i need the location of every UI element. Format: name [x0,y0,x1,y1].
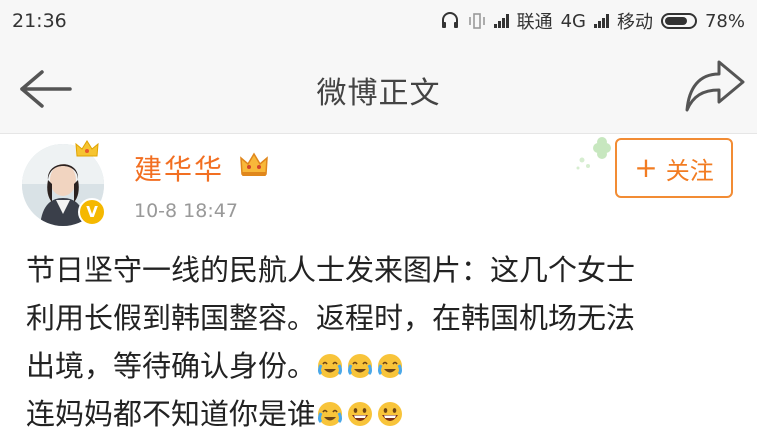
crying-laugh-emoji [348,354,373,378]
carrier1-label: 联通 [516,12,553,33]
vibrate-icon [468,13,485,29]
signal-icon [493,14,509,28]
post-text-line: 节日坚守一线的民航人士发来图片：这几个女士 [26,253,636,287]
crown-icon [75,140,99,157]
verified-badge: V [78,198,106,226]
username[interactable]: 建华华 [134,148,224,188]
weibo-post: V 建华华 10-8 18:47 + 关注 节日坚守一线的民航人士发来图片：这几… [0,134,757,443]
share-arrow-icon[interactable] [679,56,749,118]
status-bar: 21:36 联通 4G 移动 78% [0,0,757,42]
page-title: 微博正文 [316,76,441,111]
post-timestamp: 10-8 18:47 [134,200,238,222]
grin-emoji [378,402,403,426]
carrier2-label: 移动 [616,12,653,33]
headset-icon [441,12,458,28]
network-label: 4G [560,10,586,32]
post-text: 节日坚守一线的民航人士发来图片：这几个女士 利用长假到韩国整容。返程时，在韩国机… [26,246,726,438]
post-text-line: 出境，等待确认身份。 [26,342,726,390]
crying-laugh-emoji [318,402,343,426]
battery-percent: 78% [704,10,745,32]
status-icons: 联通 4G 移动 78% [440,8,745,34]
nav-bar: 微博正文 [0,42,757,134]
follow-button[interactable]: + 关注 [615,138,733,198]
signal-icon [593,14,609,28]
post-text-fragment: 连妈妈都不知道你是谁 [26,397,317,431]
clover-decoration-icon [576,137,611,170]
crying-laugh-emoji [378,354,403,378]
vip-crown-icon[interactable] [238,150,270,178]
battery-icon [660,13,697,29]
status-time: 21:36 [12,10,67,32]
post-text-fragment: 出境，等待确认身份。 [26,349,317,383]
crying-laugh-emoji [318,354,343,378]
post-text-line: 连妈妈都不知道你是谁 [26,390,726,438]
grin-emoji [348,402,373,426]
plus-icon: + [634,151,658,184]
post-text-line: 利用长假到韩国整容。返程时，在韩国机场无法 [26,301,636,335]
follow-label: 关注 [665,156,714,185]
